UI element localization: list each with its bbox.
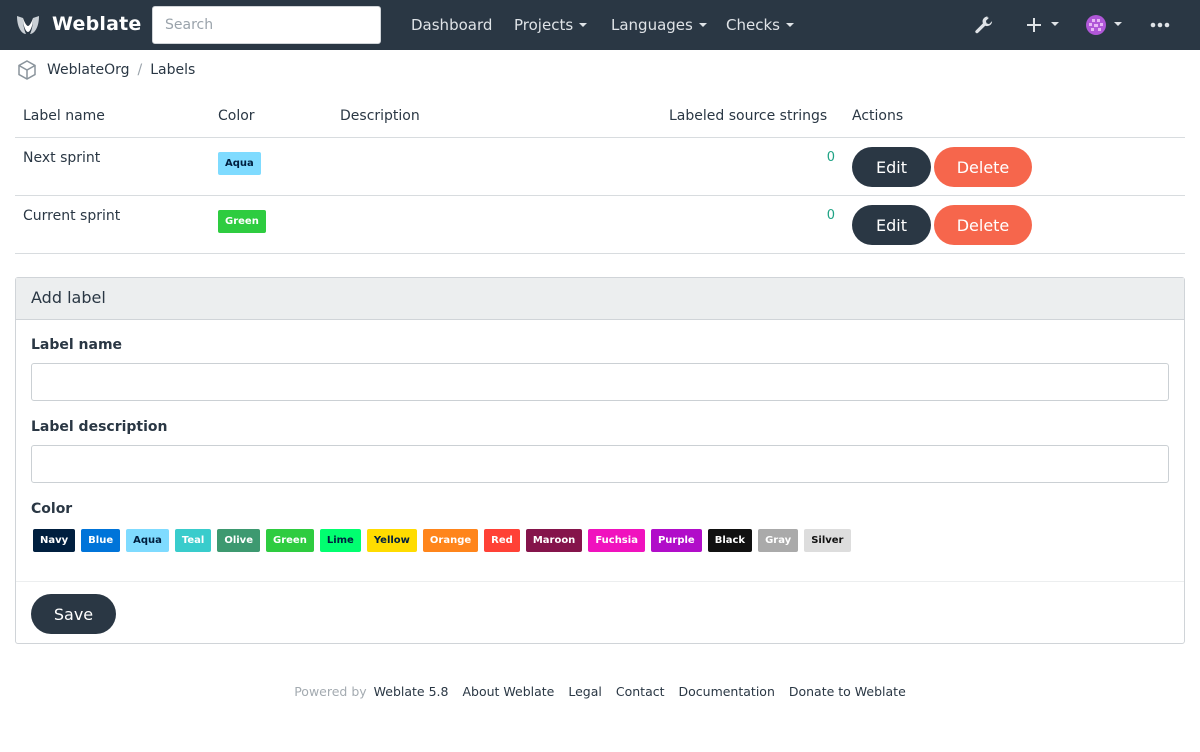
- label-name-label: Label name: [31, 337, 123, 353]
- breadcrumb-current-page[interactable]: Labels: [150, 62, 195, 78]
- brand-name: Weblate: [52, 13, 142, 35]
- color-swatch-black[interactable]: Black: [707, 529, 753, 552]
- nav-projects-dropdown[interactable]: Projects: [514, 0, 588, 50]
- label-color-badge: Green: [218, 210, 266, 233]
- labeled-count[interactable]: 0: [827, 208, 835, 223]
- breadcrumb-org-link[interactable]: WeblateOrg: [47, 62, 130, 78]
- footer-link-about[interactable]: About Weblate: [462, 684, 554, 699]
- caret-down-icon: [1114, 22, 1122, 26]
- footer-link-contact[interactable]: Contact: [616, 684, 665, 699]
- header-description: Description: [340, 108, 420, 124]
- label-description-label: Label description: [31, 419, 168, 435]
- header-color: Color: [218, 108, 255, 124]
- color-swatch-yellow[interactable]: Yellow: [366, 529, 417, 552]
- color-swatch-green[interactable]: Green: [266, 529, 314, 552]
- edit-button[interactable]: Edit: [852, 205, 931, 245]
- table-header: Label name Color Description Labeled sou…: [15, 100, 1185, 138]
- label-name: Next sprint: [23, 150, 101, 166]
- delete-button[interactable]: Delete: [934, 205, 1032, 245]
- organization-cube-icon: [18, 60, 36, 80]
- page-footer: Powered by Weblate 5.8 About Weblate Leg…: [0, 684, 1200, 699]
- top-navbar: Weblate Dashboard Projects Languages Che…: [0, 0, 1200, 50]
- breadcrumb: WeblateOrg / Labels: [16, 58, 195, 82]
- table-row: Current sprint Green 0 Edit Delete: [15, 196, 1185, 254]
- footer-link-legal[interactable]: Legal: [568, 684, 602, 699]
- color-swatch-navy[interactable]: Navy: [33, 529, 76, 552]
- labeled-count[interactable]: 0: [827, 150, 835, 165]
- delete-button[interactable]: Delete: [934, 147, 1032, 187]
- color-swatch-red[interactable]: Red: [484, 529, 520, 552]
- plus-icon: [1027, 18, 1041, 32]
- color-swatch-blue[interactable]: Blue: [81, 529, 121, 552]
- color-swatch-gray[interactable]: Gray: [758, 529, 799, 552]
- nav-languages-dropdown[interactable]: Languages: [611, 0, 707, 50]
- color-swatch-maroon[interactable]: Maroon: [525, 529, 583, 552]
- color-swatch-group: Navy Blue Aqua Teal Olive Green Lime Yellow Oran…: [33, 529, 857, 552]
- save-button[interactable]: Save: [31, 594, 116, 634]
- footer-link-weblate-version[interactable]: Weblate 5.8: [374, 684, 449, 699]
- label-name: Current sprint: [23, 208, 121, 224]
- caret-down-icon: [785, 22, 794, 27]
- label-description-input[interactable]: [31, 445, 1169, 483]
- nav-checks-dropdown[interactable]: Checks: [726, 0, 794, 50]
- color-swatch-aqua[interactable]: Aqua: [126, 529, 169, 552]
- weblate-logo-icon: [17, 16, 39, 34]
- label-color-cell: Aqua: [218, 152, 261, 175]
- avatar: [1086, 15, 1106, 35]
- search-input[interactable]: [152, 6, 381, 44]
- color-swatch-orange[interactable]: Orange: [422, 529, 479, 552]
- nav-dashboard[interactable]: Dashboard: [411, 0, 492, 50]
- label-name-input[interactable]: [31, 363, 1169, 401]
- footer-link-donate[interactable]: Donate to Weblate: [789, 684, 906, 699]
- label-color-badge: Aqua: [218, 152, 261, 175]
- color-swatch-teal[interactable]: Teal: [174, 529, 212, 552]
- add-label-panel: Add label Label name Label description C…: [15, 277, 1185, 644]
- label-color-cell: Green: [218, 210, 266, 233]
- edit-button[interactable]: Edit: [852, 147, 931, 187]
- header-labeled-count: Labeled source strings: [669, 108, 828, 124]
- powered-by-text: Powered by: [294, 684, 367, 699]
- caret-down-icon: [1051, 22, 1059, 26]
- panel-title: Add label: [16, 278, 1184, 320]
- wrench-icon[interactable]: [974, 0, 994, 50]
- caret-down-icon: [698, 22, 707, 27]
- color-swatch-olive[interactable]: Olive: [217, 529, 260, 552]
- color-swatch-lime[interactable]: Lime: [319, 529, 361, 552]
- header-label-name: Label name: [23, 108, 105, 124]
- color-swatch-silver[interactable]: Silver: [804, 529, 851, 552]
- footer-link-documentation[interactable]: Documentation: [679, 684, 775, 699]
- breadcrumb-separator: /: [137, 62, 143, 78]
- color-label: Color: [31, 501, 73, 517]
- brand-link[interactable]: Weblate: [14, 10, 141, 38]
- color-swatch-fuchsia[interactable]: Fuchsia: [588, 529, 645, 552]
- more-menu-icon[interactable]: [1150, 0, 1170, 50]
- caret-down-icon: [579, 22, 588, 27]
- add-menu-dropdown[interactable]: [1026, 0, 1059, 50]
- table-row: Next sprint Aqua 0 Edit Delete: [15, 138, 1185, 196]
- panel-footer: Save: [16, 581, 1184, 644]
- user-avatar-dropdown[interactable]: [1086, 0, 1122, 50]
- color-swatch-purple[interactable]: Purple: [650, 529, 702, 552]
- header-actions: Actions: [852, 108, 904, 124]
